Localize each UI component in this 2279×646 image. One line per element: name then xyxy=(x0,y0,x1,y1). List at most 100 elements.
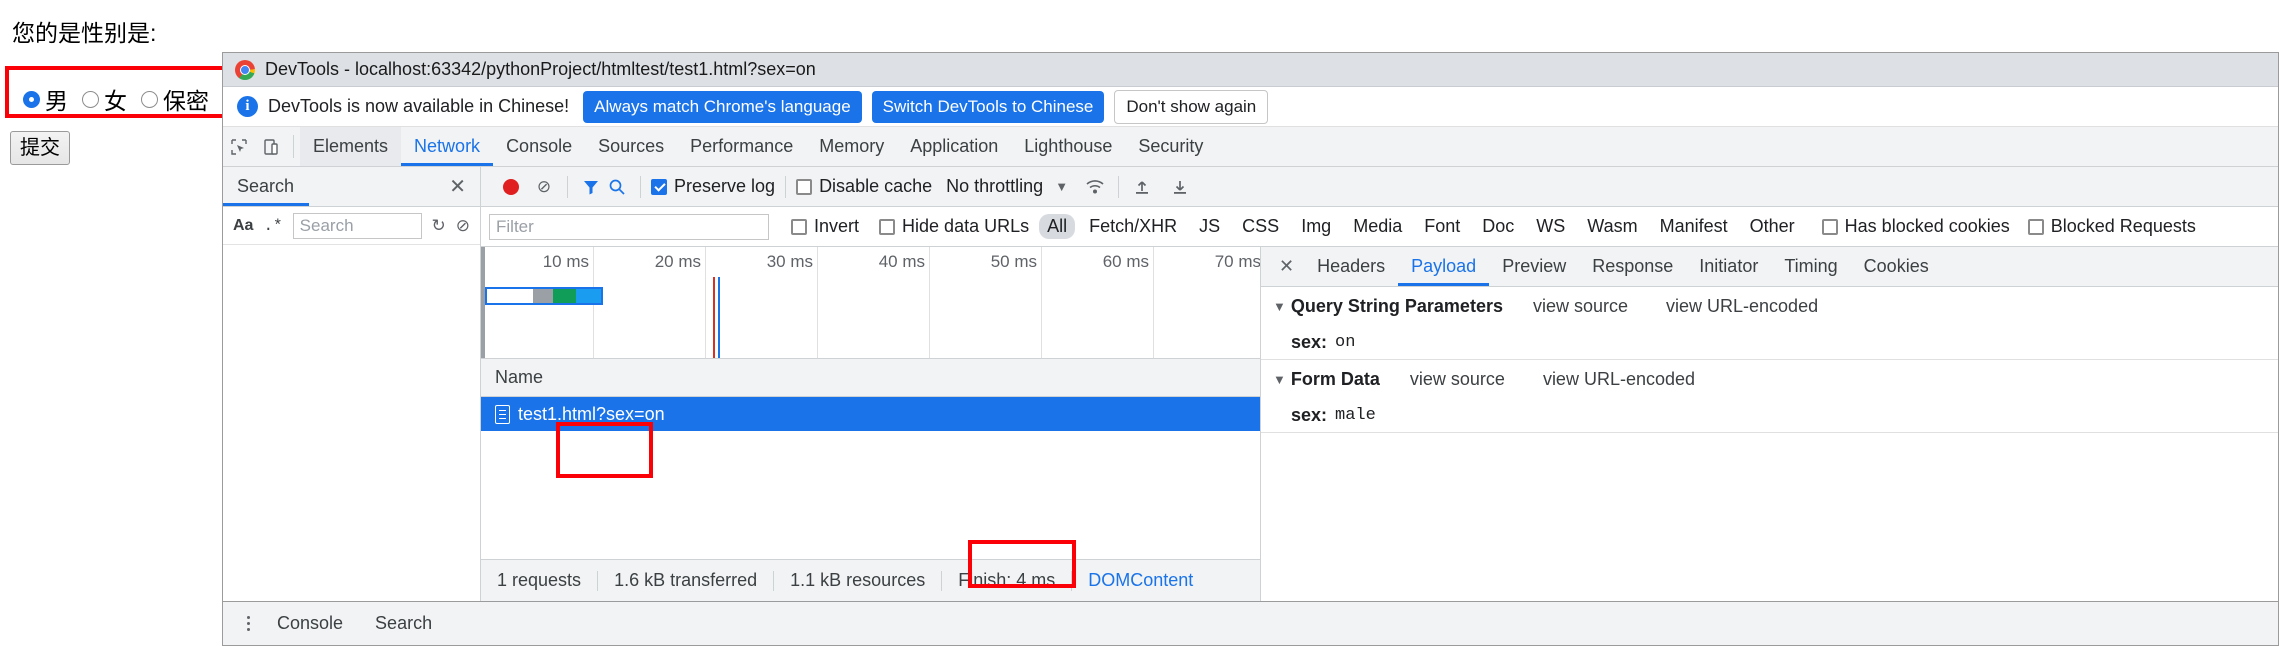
checkbox-icon[interactable] xyxy=(651,178,667,195)
tab-performance[interactable]: Performance xyxy=(677,127,806,166)
filter-funnel-icon[interactable] xyxy=(578,174,604,200)
filter-type-font[interactable]: Font xyxy=(1416,214,1468,239)
invert-label: Invert xyxy=(814,216,860,236)
search-sidebar: Search ✕ Aa .* Search ↻ ⊘ xyxy=(223,167,481,601)
detail-tab-response[interactable]: Response xyxy=(1579,247,1686,286)
filter-type-all[interactable]: All xyxy=(1039,214,1076,239)
checkbox-icon[interactable] xyxy=(1821,218,1838,235)
has-blocked-cookies-label: Has blocked cookies xyxy=(1844,216,2010,236)
chrome-logo-icon xyxy=(235,59,255,80)
table-row[interactable]: test1.html?sex=on xyxy=(481,397,1260,431)
network-panel: ⊘ Preserve log Disable cache No throttli… xyxy=(481,167,2278,601)
match-case-icon[interactable]: Aa xyxy=(233,217,253,235)
close-icon[interactable]: ✕ xyxy=(449,177,466,197)
checkbox-icon[interactable] xyxy=(796,178,813,195)
detail-tab-payload[interactable]: Payload xyxy=(1398,247,1490,286)
refresh-icon[interactable]: ↻ xyxy=(432,216,446,236)
clear-icon[interactable]: ⊘ xyxy=(456,216,470,236)
chevron-down-icon[interactable]: ▼ xyxy=(1273,372,1286,387)
drawer-tab-console[interactable]: Console xyxy=(261,613,359,634)
radio-option-secret[interactable]: 保密 xyxy=(141,82,209,116)
network-filter-bar: Filter Invert Hide data URLs All Fetch/X… xyxy=(481,207,2278,247)
filter-type-fetch-xhr[interactable]: Fetch/XHR xyxy=(1081,214,1185,239)
checkbox-icon[interactable] xyxy=(879,218,896,235)
query-string-parameters-section: ▼ Query String Parameters view source vi… xyxy=(1261,287,2278,360)
query-view-url-encoded-link[interactable]: view URL-encoded xyxy=(1666,296,1818,317)
drawer-tab-search[interactable]: Search xyxy=(359,613,448,634)
checkbox-icon[interactable] xyxy=(2027,218,2044,235)
status-transferred: 1.6 kB transferred xyxy=(614,570,758,590)
form-view-source-link[interactable]: view source xyxy=(1410,369,1505,390)
overview-tick-10ms: 10 ms xyxy=(542,252,589,271)
filter-type-manifest[interactable]: Manifest xyxy=(1652,214,1736,239)
query-view-source-link[interactable]: view source xyxy=(1533,296,1628,317)
switch-devtools-to-chinese-button[interactable]: Switch DevTools to Chinese xyxy=(871,90,1105,123)
clear-network-log-icon[interactable]: ⊘ xyxy=(531,174,557,200)
hide-data-urls-checkbox[interactable]: Hide data URLs xyxy=(879,216,1029,237)
regex-icon[interactable]: .* xyxy=(263,217,282,235)
column-header-name[interactable]: Name xyxy=(495,367,543,388)
always-match-language-button[interactable]: Always match Chrome's language xyxy=(583,90,862,123)
tab-console[interactable]: Console xyxy=(493,127,585,166)
search-panel-title: Search xyxy=(237,176,295,196)
form-data-title: Form Data xyxy=(1290,368,1380,389)
close-icon[interactable]: ✕ xyxy=(1269,247,1304,286)
preserve-log-checkbox[interactable]: Preserve log xyxy=(651,176,775,197)
filter-type-ws[interactable]: WS xyxy=(1528,214,1573,239)
filter-input[interactable]: Filter xyxy=(489,213,769,240)
detail-tab-cookies[interactable]: Cookies xyxy=(1851,247,1942,286)
tab-network[interactable]: Network xyxy=(401,127,494,166)
checkbox-icon[interactable] xyxy=(791,218,807,235)
radio-female-icon[interactable] xyxy=(82,90,99,108)
form-view-url-encoded-link[interactable]: view URL-encoded xyxy=(1543,369,1695,390)
detail-tab-timing[interactable]: Timing xyxy=(1771,247,1850,286)
throttling-select[interactable]: No throttling xyxy=(946,176,1043,197)
import-har-icon[interactable] xyxy=(1129,174,1155,200)
request-detail-pane: ✕ Headers Payload Preview Response Initi… xyxy=(1261,247,2278,601)
overview-tick-20ms: 20 ms xyxy=(654,252,701,271)
filter-type-img[interactable]: Img xyxy=(1293,214,1339,239)
blocked-requests-checkbox[interactable]: Blocked Requests xyxy=(2027,216,2196,237)
filter-type-doc[interactable]: Doc xyxy=(1474,214,1522,239)
radio-male-icon[interactable] xyxy=(23,90,40,108)
network-overview-timeline[interactable]: 10 ms 20 ms 30 ms 40 ms 50 ms 60 ms 70 m… xyxy=(481,247,1260,359)
has-blocked-cookies-checkbox[interactable]: Has blocked cookies xyxy=(1821,216,2010,237)
hide-data-urls-label: Hide data URLs xyxy=(902,216,1030,236)
radio-option-female[interactable]: 女 xyxy=(82,82,127,116)
device-toolbar-icon[interactable] xyxy=(255,127,287,166)
filter-type-media[interactable]: Media xyxy=(1345,214,1410,239)
tab-memory[interactable]: Memory xyxy=(806,127,897,166)
chevron-down-icon[interactable]: ▼ xyxy=(1055,179,1068,194)
detail-tab-headers[interactable]: Headers xyxy=(1304,247,1398,286)
search-controls: Aa .* Search ↻ ⊘ xyxy=(223,207,480,245)
record-button-icon[interactable] xyxy=(503,178,519,195)
tab-sources[interactable]: Sources xyxy=(585,127,677,166)
query-string-header[interactable]: ▼ Query String Parameters view source vi… xyxy=(1261,287,2278,325)
filter-type-wasm[interactable]: Wasm xyxy=(1579,214,1645,239)
filter-type-js[interactable]: JS xyxy=(1191,214,1228,239)
detail-tab-preview[interactable]: Preview xyxy=(1489,247,1579,286)
network-conditions-icon[interactable] xyxy=(1082,174,1108,200)
tab-elements[interactable]: Elements xyxy=(300,127,402,166)
export-har-icon[interactable] xyxy=(1167,174,1193,200)
tab-security[interactable]: Security xyxy=(1125,127,1216,166)
inspect-element-icon[interactable] xyxy=(223,127,255,166)
submit-button[interactable]: 提交 xyxy=(10,131,70,165)
tab-lighthouse[interactable]: Lighthouse xyxy=(1011,127,1125,166)
filter-type-other[interactable]: Other xyxy=(1742,214,1803,239)
invert-checkbox[interactable]: Invert xyxy=(791,216,859,237)
more-options-icon[interactable] xyxy=(235,616,261,631)
tab-application[interactable]: Application xyxy=(897,127,1011,166)
devtools-titlebar: DevTools - localhost:63342/pythonProject… xyxy=(223,53,2278,87)
filter-type-css[interactable]: CSS xyxy=(1234,214,1287,239)
disable-cache-checkbox[interactable]: Disable cache xyxy=(796,176,932,197)
chevron-down-icon[interactable]: ▼ xyxy=(1273,299,1286,314)
dont-show-again-button[interactable]: Don't show again xyxy=(1114,89,1269,124)
radio-secret-label: 保密 xyxy=(163,88,209,114)
form-data-header[interactable]: ▼ Form Data view source view URL-encoded xyxy=(1261,360,2278,398)
search-input[interactable]: Search xyxy=(292,212,422,239)
search-icon[interactable] xyxy=(604,174,630,200)
radio-secret-icon[interactable] xyxy=(141,90,158,108)
radio-option-male[interactable]: 男 xyxy=(23,82,68,116)
detail-tab-initiator[interactable]: Initiator xyxy=(1686,247,1771,286)
